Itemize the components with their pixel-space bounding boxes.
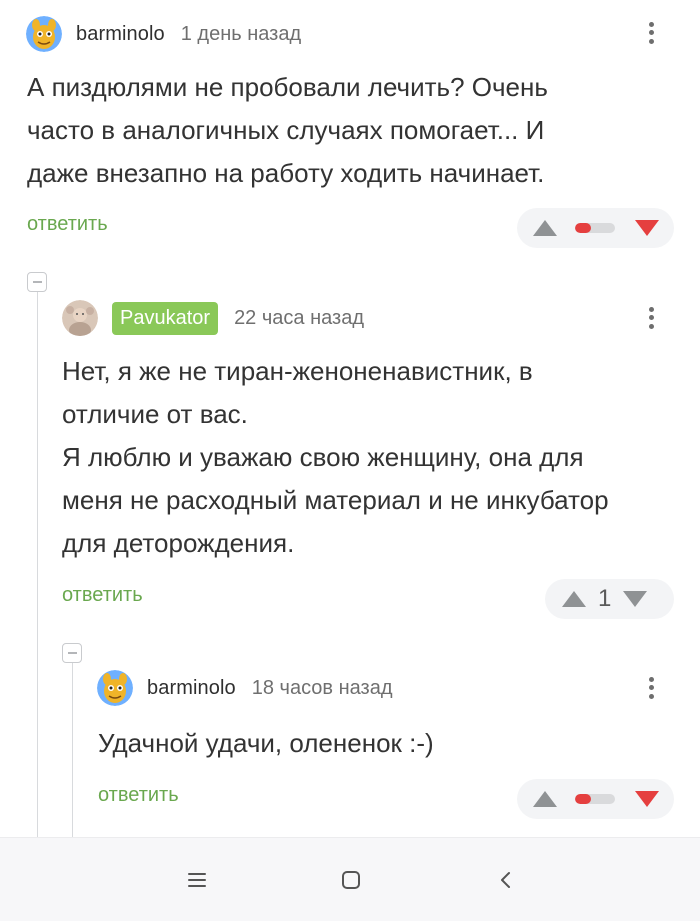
- username[interactable]: barminolo: [147, 677, 236, 700]
- thread-line-level-2: [72, 662, 73, 837]
- menu-icon[interactable]: [183, 866, 211, 894]
- system-navigation-bar: [0, 837, 700, 921]
- collapse-thread-button[interactable]: [27, 272, 47, 292]
- comment-line: даже внезапно на работу ходить начинает.: [27, 158, 545, 188]
- avatar[interactable]: [26, 16, 62, 52]
- reply-button[interactable]: ответить: [27, 213, 108, 236]
- timestamp: 18 часов назад: [251, 676, 393, 699]
- upvote-icon[interactable]: [533, 791, 557, 807]
- comment-line: для деторождения.: [62, 528, 295, 558]
- reply-button[interactable]: ответить: [62, 584, 143, 607]
- comment-text: А пиздюлями не пробовали лечить? Очень ч…: [27, 66, 687, 195]
- downvote-icon[interactable]: [623, 591, 648, 607]
- comment-line: Я люблю и уважаю свою женщину, она для: [62, 442, 584, 472]
- back-icon[interactable]: [492, 866, 520, 894]
- more-options-icon[interactable]: [641, 16, 661, 50]
- upvote-icon[interactable]: [533, 220, 557, 236]
- thread-line-level-1: [37, 290, 38, 837]
- comment-header: Pavukator 22 часа назад: [62, 298, 364, 338]
- comment-line: Удачной удачи, олененок :-): [98, 728, 434, 758]
- comment-text: Удачной удачи, олененок :-): [98, 722, 688, 765]
- more-options-icon[interactable]: [641, 301, 661, 335]
- comment-line: А пиздюлями не пробовали лечить? Очень: [27, 72, 548, 102]
- downvote-icon[interactable]: [635, 220, 659, 236]
- comment-line: часто в аналогичных случаях помогает... …: [27, 115, 545, 145]
- vote-widget: [517, 779, 674, 819]
- comment-line: Нет, я же не тиран-женоненавистник, в: [62, 356, 533, 386]
- comment-line: меня не расходный материал и не инкубато…: [62, 485, 609, 515]
- comment-header: barminolo 1 день назад: [26, 14, 301, 54]
- score: 1: [598, 585, 612, 612]
- timestamp: 22 часа назад: [234, 306, 364, 329]
- reply-button[interactable]: ответить: [98, 784, 179, 807]
- collapse-thread-button[interactable]: [62, 643, 82, 663]
- rating-bar: [575, 794, 615, 804]
- username[interactable]: Pavukator: [112, 301, 219, 335]
- comment-header: barminolo 18 часов назад: [97, 668, 393, 708]
- timestamp: 1 день назад: [180, 22, 302, 45]
- more-options-icon[interactable]: [641, 671, 661, 705]
- upvote-icon[interactable]: [562, 591, 586, 607]
- avatar[interactable]: [97, 670, 133, 706]
- comment-text: Нет, я же не тиран-женоненавистник, в от…: [62, 350, 687, 565]
- vote-widget: [517, 208, 674, 248]
- username[interactable]: barminolo: [76, 23, 165, 46]
- comment-line: отличие от вас.: [62, 399, 248, 429]
- rating-bar: [575, 223, 615, 233]
- downvote-icon[interactable]: [635, 791, 659, 807]
- home-icon[interactable]: [337, 866, 365, 894]
- vote-widget: 1: [545, 579, 674, 619]
- avatar[interactable]: [62, 300, 98, 336]
